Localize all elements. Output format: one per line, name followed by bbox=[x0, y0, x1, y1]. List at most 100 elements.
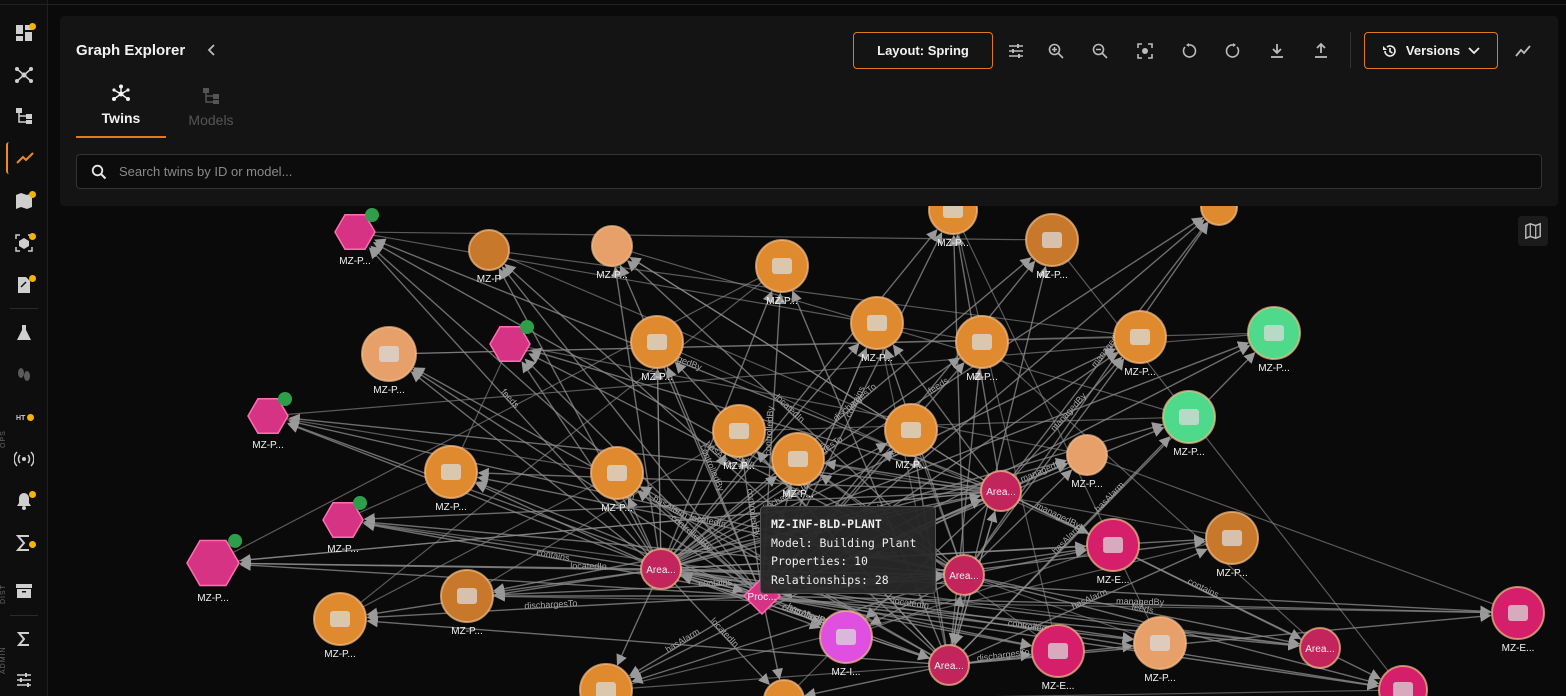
twin-node[interactable] bbox=[1200, 206, 1238, 226]
sidebar-item-lab[interactable] bbox=[6, 317, 42, 349]
twin-node[interactable]: Area... bbox=[640, 548, 682, 590]
sidebar-item-archive[interactable] bbox=[6, 575, 42, 607]
refresh-button[interactable] bbox=[1220, 38, 1246, 64]
twin-node[interactable]: MZ-P... bbox=[755, 239, 809, 307]
tab-models[interactable]: Models bbox=[166, 84, 256, 138]
twin-node[interactable]: Area... bbox=[943, 554, 985, 596]
rotate-left-icon bbox=[1182, 43, 1197, 58]
notification-dot bbox=[29, 191, 36, 198]
download-button[interactable] bbox=[1264, 38, 1290, 64]
node-label: Area... bbox=[934, 661, 963, 672]
equipment-thumbnail bbox=[1222, 530, 1242, 546]
twin-node[interactable]: MZ-P... bbox=[591, 225, 633, 281]
versions-dropdown-button[interactable]: Versions bbox=[1364, 32, 1498, 69]
status-badge bbox=[365, 208, 379, 222]
trending-icon bbox=[1515, 45, 1531, 57]
twin-node[interactable]: MZ-P... bbox=[361, 326, 417, 396]
twin-node[interactable]: MZ-P... bbox=[1025, 213, 1079, 281]
equipment-thumbnail bbox=[1393, 682, 1413, 696]
relationship-edge bbox=[804, 664, 950, 696]
relationship-edge bbox=[738, 416, 1190, 432]
twin-node[interactable]: MZ-E... bbox=[1086, 518, 1140, 586]
sidebar-item-hierarchy[interactable] bbox=[6, 100, 42, 132]
graph-canvas[interactable]: feeds managedBy hasAlarm locatedIn controlle… bbox=[48, 206, 1566, 696]
sidebar-item-document[interactable] bbox=[6, 269, 42, 301]
status-badge bbox=[228, 533, 243, 548]
filter-button[interactable] bbox=[1003, 38, 1029, 64]
node-label: MZ-P... bbox=[641, 372, 672, 383]
node-label: MZ-P... bbox=[937, 238, 968, 249]
twin-node[interactable] bbox=[1378, 665, 1428, 696]
graph-network[interactable]: feedsmanagedByhasAlarmlocatedIncontrolle… bbox=[48, 206, 1566, 696]
search-bar[interactable] bbox=[76, 154, 1542, 189]
node-label: MZ-P... bbox=[766, 296, 797, 307]
twin-node[interactable]: MZ-P... bbox=[1113, 310, 1167, 378]
sidebar-item-trending[interactable] bbox=[6, 142, 42, 174]
twin-node[interactable]: MZ-P... bbox=[1162, 390, 1216, 458]
sidebar-item-alarms[interactable] bbox=[6, 485, 42, 517]
reset-button[interactable] bbox=[1176, 38, 1202, 64]
twin-node[interactable]: MZ-P... bbox=[1247, 306, 1301, 374]
sidebar-item-tracks[interactable] bbox=[6, 359, 42, 391]
equipment-thumbnail bbox=[943, 206, 963, 218]
sidebar-divider bbox=[10, 615, 38, 616]
node-label: Area... bbox=[646, 565, 675, 576]
twin-node[interactable]: MZ-P... bbox=[186, 533, 243, 604]
node-label: MZ-P... bbox=[723, 461, 754, 472]
zoom-out-button[interactable] bbox=[1087, 38, 1113, 64]
twin-node[interactable]: MZ-P... bbox=[771, 432, 825, 500]
node-label: MZ-P... bbox=[895, 460, 926, 471]
twin-node[interactable]: MZ-P... bbox=[590, 446, 644, 514]
upload-button[interactable] bbox=[1308, 38, 1334, 64]
tab-twins[interactable]: Twins bbox=[76, 84, 166, 138]
map-view-button[interactable] bbox=[1518, 216, 1548, 246]
equipment-thumbnail bbox=[596, 682, 616, 696]
sidebar-item-http[interactable]: HT bbox=[6, 401, 42, 433]
sidebar: HT DIST OPS ADMIN bbox=[0, 0, 1566, 696]
edge-label: locatedIn bbox=[570, 561, 607, 572]
twin-node[interactable]: MZ-P... bbox=[630, 315, 684, 383]
sidebar-item-settings[interactable] bbox=[6, 664, 42, 696]
twin-node[interactable]: MZ-P... bbox=[884, 403, 938, 471]
node-shape bbox=[186, 539, 240, 587]
twin-node[interactable]: MZ-P... bbox=[322, 496, 367, 555]
twin-node[interactable] bbox=[579, 663, 633, 696]
twin-node[interactable]: MZ-P... bbox=[850, 296, 904, 364]
sidebar-item-map[interactable] bbox=[6, 185, 42, 217]
twin-node[interactable]: MZ-P... bbox=[1066, 434, 1108, 490]
twin-node[interactable]: Area... bbox=[928, 644, 970, 686]
sidebar-item-calc[interactable] bbox=[6, 527, 42, 559]
twin-node[interactable] bbox=[489, 320, 534, 363]
twin-node[interactable]: MZ-P... bbox=[1205, 511, 1259, 579]
twin-node[interactable]: MZ-P... bbox=[247, 392, 292, 451]
node-shape bbox=[1066, 434, 1108, 476]
twin-node[interactable]: MZ-I... bbox=[819, 610, 873, 678]
node-label: MZ-P... bbox=[861, 353, 892, 364]
sidebar-item-sigma[interactable] bbox=[6, 623, 42, 655]
twin-node[interactable]: MZ-P... bbox=[334, 208, 379, 267]
collapse-panel-button[interactable] bbox=[204, 40, 220, 60]
sidebar-item-dashboard[interactable] bbox=[6, 17, 42, 49]
sidebar-item-graph[interactable] bbox=[6, 59, 42, 91]
equipment-thumbnail bbox=[1048, 643, 1068, 659]
edge-label: contains bbox=[698, 577, 732, 588]
fit-view-button[interactable] bbox=[1132, 38, 1158, 64]
twin-node[interactable]: Area... bbox=[980, 470, 1022, 512]
sidebar-item-cube-scan[interactable] bbox=[6, 227, 42, 259]
twin-node[interactable]: MZ-P... bbox=[424, 445, 478, 513]
notification-dot bbox=[27, 414, 34, 421]
twin-node[interactable]: MZ-P... bbox=[1133, 616, 1187, 684]
twin-node[interactable]: MZ-E... bbox=[1491, 586, 1545, 654]
twin-node[interactable]: Area... bbox=[1299, 627, 1341, 669]
twin-node[interactable] bbox=[763, 679, 805, 696]
analytics-button[interactable] bbox=[1510, 38, 1536, 64]
zoom-in-button[interactable] bbox=[1043, 38, 1069, 64]
layout-select-button[interactable]: Layout: Spring bbox=[853, 32, 993, 69]
chevron-down-icon bbox=[1468, 46, 1480, 54]
twin-node[interactable]: MZ-E... bbox=[1031, 624, 1085, 692]
toolbar-divider bbox=[1350, 32, 1351, 68]
twin-node[interactable]: MZ-P... bbox=[313, 592, 367, 660]
search-input[interactable] bbox=[119, 164, 1519, 179]
app-root: HT DIST OPS ADMIN Graph Explorer Layout:… bbox=[0, 0, 1566, 696]
sidebar-item-signal[interactable] bbox=[6, 443, 42, 475]
